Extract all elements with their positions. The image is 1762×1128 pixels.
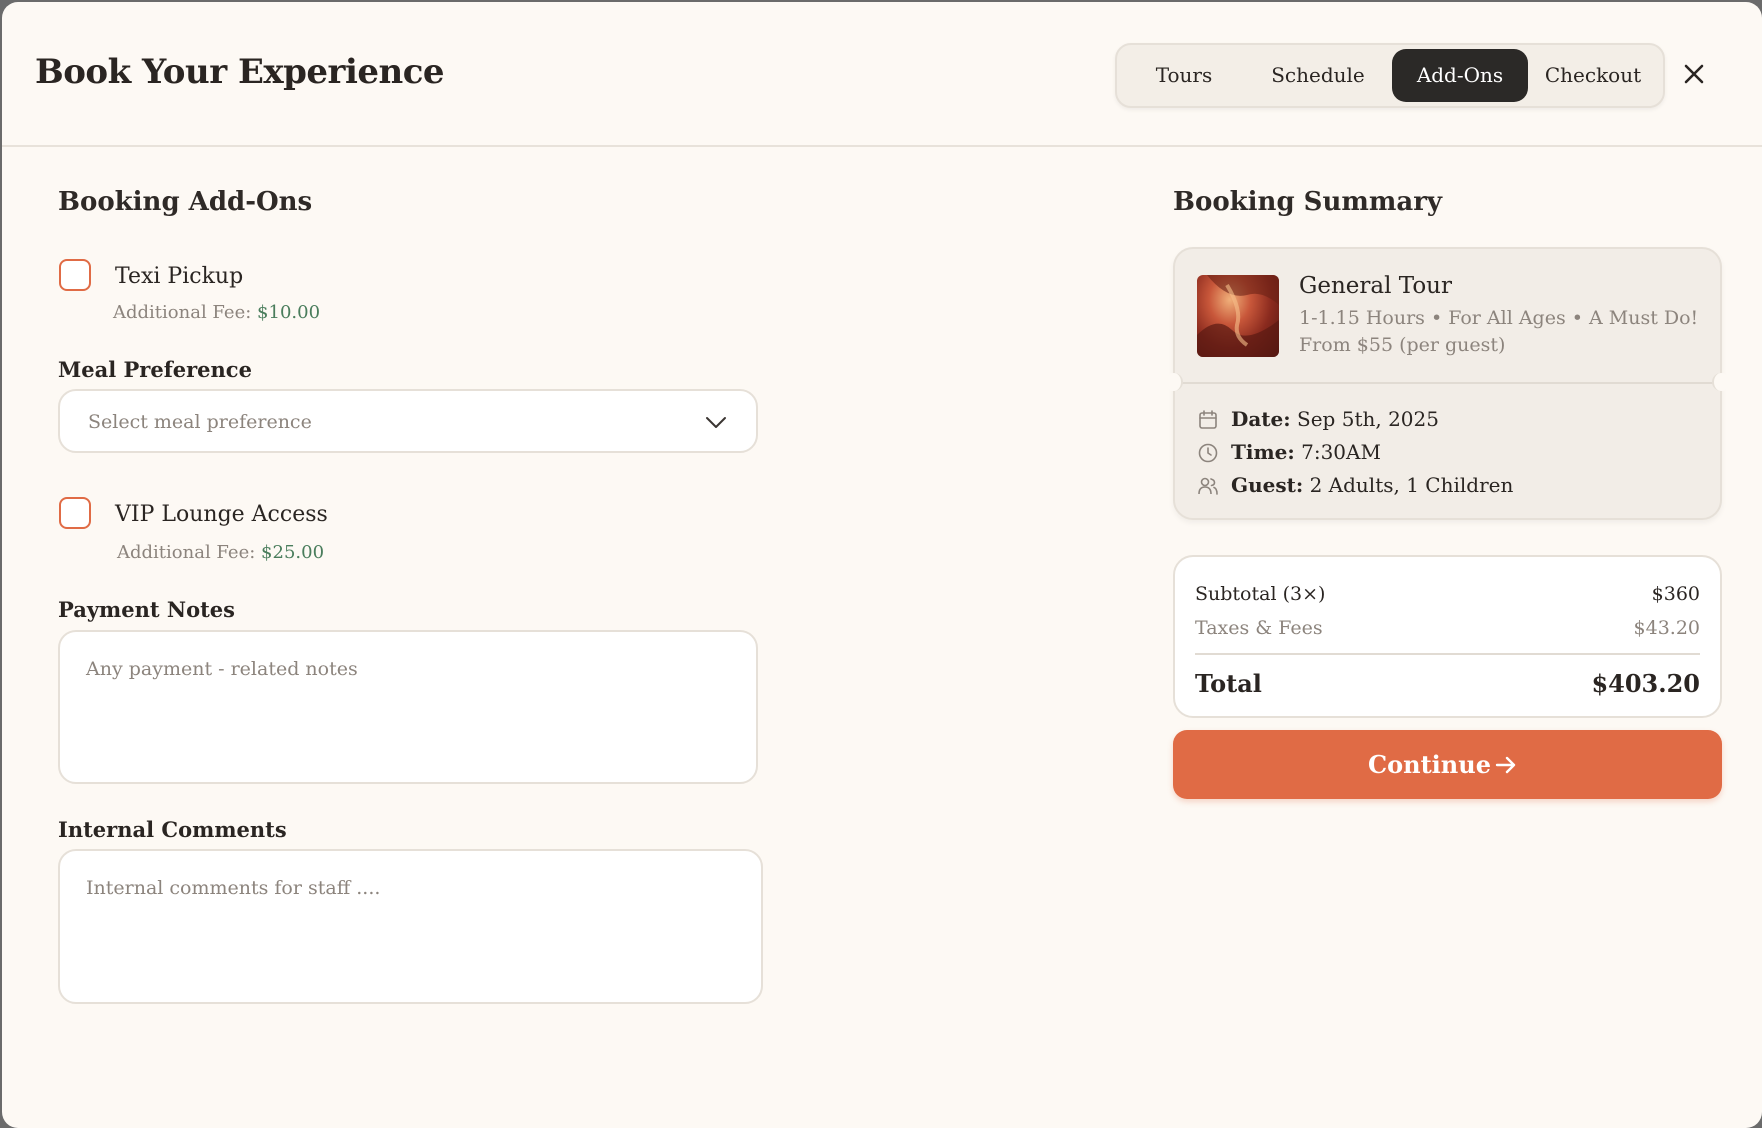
date-label: Date: [1231, 407, 1291, 431]
close-icon [1684, 64, 1704, 84]
taxi-pickup-label: Texi Pickup [115, 264, 244, 289]
clock-icon [1198, 443, 1218, 463]
subtotal-label: Subtotal (3×) [1195, 583, 1326, 605]
total-label: Total [1195, 669, 1262, 698]
tab-checkout[interactable]: Checkout [1528, 49, 1658, 102]
ticket-notch [1165, 373, 1183, 391]
payment-notes-placeholder: Any payment - related notes [86, 658, 358, 680]
payment-notes-textarea[interactable]: Any payment - related notes [58, 630, 758, 784]
internal-comments-textarea[interactable]: Internal comments for staff .... [58, 849, 763, 1004]
meal-preference-select[interactable]: Select meal preference [58, 389, 758, 453]
vip-lounge-checkbox[interactable] [59, 497, 91, 529]
modal-header: Book Your Experience Tours Schedule Add-… [2, 2, 1762, 147]
subtotal-value: $360 [1651, 583, 1700, 605]
guest-label: Guest: [1231, 473, 1304, 497]
tour-name: General Tour [1299, 273, 1452, 299]
vip-lounge-label: VIP Lounge Access [115, 502, 328, 527]
guest-value: 2 Adults, 1 Children [1309, 473, 1514, 497]
internal-comments-label: Internal Comments [58, 817, 287, 842]
tour-price-line: From $55 (per guest) [1299, 334, 1506, 356]
meal-preference-label: Meal Preference [58, 357, 252, 382]
users-icon [1198, 477, 1218, 495]
fee-prefix: Additional Fee: [117, 542, 256, 563]
close-button[interactable] [1674, 54, 1714, 94]
card-divider [1175, 382, 1720, 384]
time-value: 7:30AM [1301, 440, 1381, 464]
continue-label: Continue [1368, 750, 1491, 779]
price-divider [1195, 653, 1700, 655]
booking-modal: Book Your Experience Tours Schedule Add-… [2, 2, 1762, 1128]
tour-description: 1-1.15 Hours • For All Ages • A Must Do!… [1299, 305, 1698, 359]
taxi-pickup-fee: Additional Fee: $10.00 [113, 302, 320, 323]
date-value: Sep 5th, 2025 [1297, 407, 1439, 431]
fee-prefix: Additional Fee: [113, 302, 252, 323]
price-summary-card: Subtotal (3×) $360 Taxes & Fees $43.20 T… [1173, 555, 1722, 718]
tab-tours[interactable]: Tours [1125, 49, 1243, 102]
total-value: $403.20 [1591, 669, 1700, 698]
taxes-value: $43.20 [1633, 617, 1700, 639]
summary-title: Booking Summary [1173, 187, 1443, 217]
arrow-right-icon [1495, 756, 1516, 774]
time-label: Time: [1231, 440, 1295, 464]
fee-amount: $10.00 [257, 302, 321, 323]
payment-notes-label: Payment Notes [58, 597, 235, 622]
tour-thumbnail [1197, 275, 1279, 357]
tab-add-ons[interactable]: Add-Ons [1392, 49, 1528, 102]
fee-amount: $25.00 [261, 542, 325, 563]
tab-schedule[interactable]: Schedule [1243, 49, 1393, 102]
addons-title: Booking Add-Ons [58, 187, 313, 217]
vip-lounge-fee: Additional Fee: $25.00 [117, 542, 324, 563]
continue-button[interactable]: Continue [1173, 730, 1722, 799]
step-tabs: Tours Schedule Add-Ons Checkout [1115, 43, 1665, 108]
tour-desc-line: 1-1.15 Hours • For All Ages • A Must Do! [1299, 307, 1699, 329]
tour-summary-card: General Tour 1-1.15 Hours • For All Ages… [1165, 247, 1730, 520]
page-title: Book Your Experience [35, 52, 445, 92]
ticket-notch [1712, 373, 1730, 391]
calendar-icon [1199, 410, 1217, 429]
chevron-down-icon [706, 417, 726, 428]
taxes-label: Taxes & Fees [1195, 617, 1323, 639]
meal-preference-placeholder: Select meal preference [88, 411, 312, 433]
internal-comments-placeholder: Internal comments for staff .... [86, 877, 381, 899]
taxi-pickup-checkbox[interactable] [59, 259, 91, 291]
